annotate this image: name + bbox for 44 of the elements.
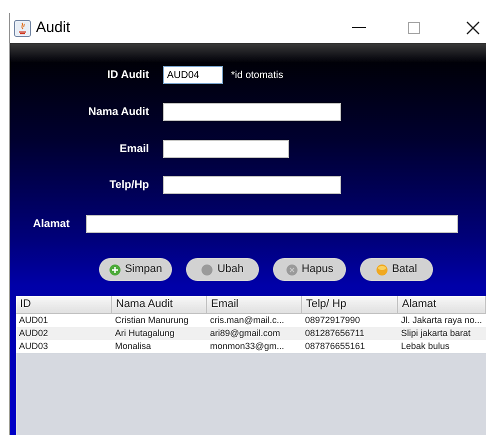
table-cell-text: Slipi jakarta barat <box>400 327 472 340</box>
table-cell-text: Cristian Manurung <box>114 314 190 327</box>
column-header[interactable]: Nama Audit <box>112 296 207 314</box>
circle-icon <box>201 264 214 276</box>
table-cell-text: 081287656711 <box>304 327 366 340</box>
column-header[interactable]: Email <box>207 296 302 314</box>
app-icon <box>14 20 31 36</box>
text-field[interactable]: AUD04 <box>163 66 223 84</box>
text-field[interactable] <box>163 140 289 158</box>
table-cell-text: 08972917990 <box>304 314 362 327</box>
table-cell-text: AUD03 <box>18 340 50 353</box>
action-button[interactable]: Simpan <box>99 258 172 281</box>
table-cell-text: cris.man@mail.c... <box>209 314 286 327</box>
minimize-icon[interactable] <box>352 27 366 29</box>
table-cell-text: AUD02 <box>18 327 50 340</box>
action-button[interactable]: Batal <box>360 258 433 281</box>
column-header[interactable]: ID <box>16 296 112 314</box>
cross-icon <box>286 264 298 276</box>
hint-text: *id otomatis <box>231 68 284 82</box>
table-cell-text: Jl. Jakarta raya no... <box>400 314 484 327</box>
close-icon[interactable] <box>466 21 480 35</box>
column-header[interactable]: Telp/ Hp <box>302 296 398 314</box>
table-cell-text: AUD01 <box>18 314 50 327</box>
table-cell-text: ari89@gmail.com <box>209 327 282 340</box>
text-field[interactable] <box>86 215 458 233</box>
text-field[interactable] <box>163 176 341 194</box>
field-label: Email <box>118 142 150 157</box>
table-cell-text: Monalisa <box>114 340 152 353</box>
circle-icon <box>376 264 388 276</box>
table-cell-text: monmon33@gm... <box>209 340 286 353</box>
field-label: Alamat <box>33 216 71 232</box>
field-label: Nama Audit <box>87 104 150 120</box>
column-header[interactable]: Alamat <box>398 296 486 314</box>
plus-icon <box>108 264 121 276</box>
text-field[interactable] <box>163 103 341 121</box>
window-title: Audit <box>36 18 70 38</box>
action-button[interactable]: Hapus <box>273 258 346 281</box>
table-cell-text: Lebak bulus <box>400 340 451 353</box>
maximize-icon[interactable] <box>408 22 420 34</box>
field-label: Telp/Hp <box>108 178 150 193</box>
table-cell-text: Ari Hutagalung <box>114 327 176 340</box>
action-button[interactable]: Ubah <box>186 258 259 281</box>
table-cell-text: 087876655161 <box>304 340 366 353</box>
field-label: ID Audit <box>106 68 150 83</box>
